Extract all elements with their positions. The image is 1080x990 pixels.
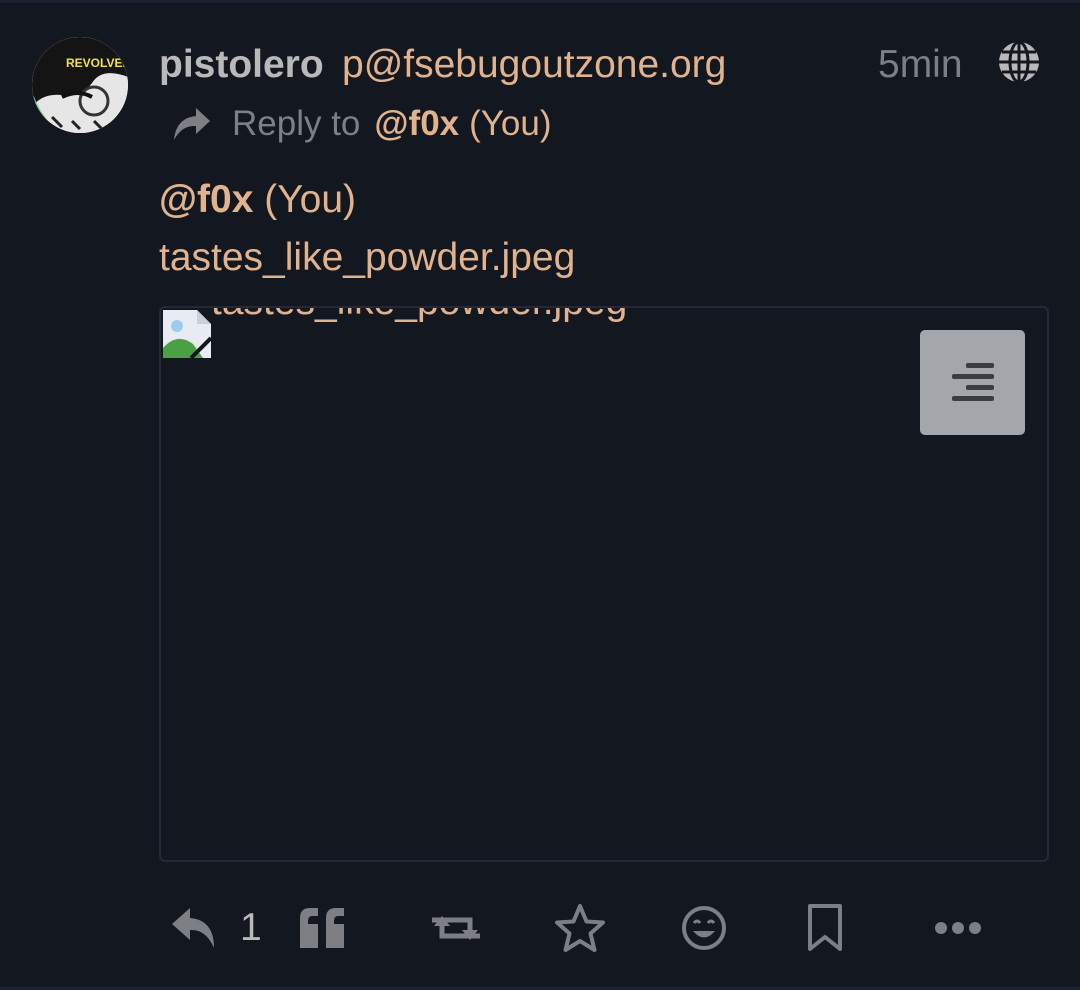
favourite-button[interactable] xyxy=(554,893,606,963)
reply-to-row: Reply to @f0x (You) xyxy=(170,101,552,147)
avatar-logo-text: REVOLVER xyxy=(66,56,128,70)
reply-to-user-link[interactable]: @f0x xyxy=(374,104,459,144)
more-icon xyxy=(935,922,981,934)
globe-icon xyxy=(996,39,1042,85)
content-text: tastes_like_powder.jpeg xyxy=(159,236,576,279)
emoji-react-button[interactable] xyxy=(680,893,728,963)
reply-count: 1 xyxy=(240,906,262,949)
broken-image-icon xyxy=(163,310,211,358)
avatar[interactable]: REVOLVER xyxy=(32,37,128,133)
boost-icon xyxy=(432,916,480,940)
quote-icon xyxy=(300,908,344,948)
text-align-icon xyxy=(951,362,994,401)
favourite-icon xyxy=(555,904,605,952)
status-actions: 1 xyxy=(0,893,1080,963)
display-name[interactable]: pistolero xyxy=(159,43,324,87)
timestamp-link[interactable]: 5min xyxy=(878,43,963,87)
reply-to-label: Reply to xyxy=(232,104,361,143)
reply-button[interactable]: 1 xyxy=(170,893,262,963)
bookmark-icon xyxy=(808,904,842,951)
content-mention-line: @f0x (You) xyxy=(159,171,575,229)
description-button[interactable] xyxy=(920,330,1025,435)
bookmark-button[interactable] xyxy=(806,893,844,963)
emoji-react-icon xyxy=(682,906,726,950)
content-mention-suffix: (You) xyxy=(264,178,357,221)
attachment-alt-text: tastes_like_powder.jpeg xyxy=(211,308,627,324)
reply-arrow-icon xyxy=(174,108,210,140)
account-handle[interactable]: p@fsebugoutzone.org xyxy=(342,43,726,87)
status-card: REVOLVER pistolero p@fsebugoutzone.org 5… xyxy=(0,0,1080,990)
image-attachment[interactable]: tastes_like_powder.jpeg xyxy=(159,306,1049,862)
reply-icon xyxy=(172,908,214,948)
content-mention-link[interactable]: @f0x xyxy=(159,178,253,221)
quote-button[interactable] xyxy=(298,893,348,963)
boost-button[interactable] xyxy=(426,893,486,963)
more-button[interactable] xyxy=(934,893,982,963)
status-content: @f0x (You) tastes_like_powder.jpeg xyxy=(159,171,575,287)
avatar-image: REVOLVER xyxy=(32,37,128,133)
reply-to-you-label: (You) xyxy=(469,104,552,143)
